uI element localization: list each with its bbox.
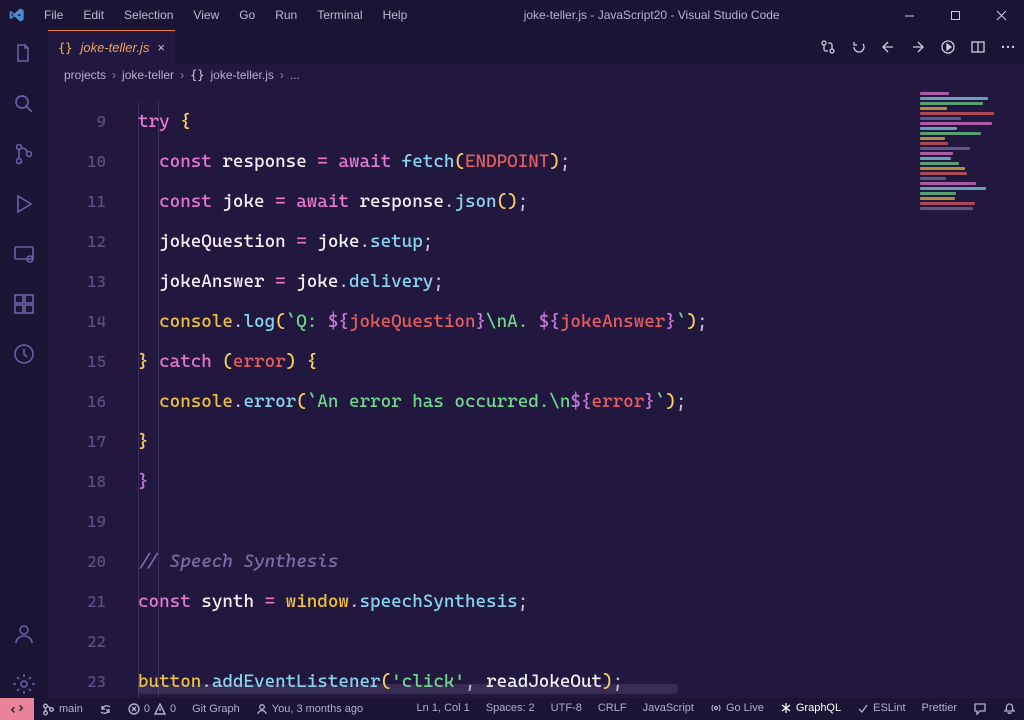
- menu-item[interactable]: Terminal: [307, 0, 372, 30]
- go-forward-icon[interactable]: [910, 39, 926, 55]
- chevron-right-icon: ›: [112, 68, 116, 82]
- tab-bar: {} joke-teller.js ×: [0, 30, 1024, 64]
- account-icon[interactable]: [10, 620, 38, 648]
- minimap[interactable]: [914, 86, 1024, 698]
- code-line[interactable]: console.error(`An error has occurred.\n$…: [138, 382, 914, 422]
- encoding-indicator[interactable]: UTF-8: [543, 702, 590, 714]
- chevron-right-icon: ›: [280, 68, 284, 82]
- feedback-icon[interactable]: [965, 702, 995, 716]
- line-number: 10: [48, 142, 128, 182]
- line-number: 11: [48, 182, 128, 222]
- line-number: 15: [48, 342, 128, 382]
- breadcrumb-segment[interactable]: projects: [64, 68, 106, 82]
- remote-explorer-icon[interactable]: [10, 240, 38, 268]
- more-icon[interactable]: [1000, 39, 1016, 55]
- line-number: 23: [48, 662, 128, 698]
- vscode-logo-icon: [0, 7, 34, 23]
- code-line[interactable]: const response = await fetch(ENDPOINT);: [138, 142, 914, 182]
- menu-item[interactable]: Help: [373, 0, 418, 30]
- breadcrumb[interactable]: projects › joke-teller › {} joke-teller.…: [48, 64, 1024, 86]
- status-bar: main 0 0 Git Graph You, 3 months ago Ln …: [0, 698, 1024, 720]
- menu-item[interactable]: Run: [265, 0, 307, 30]
- line-number: 13: [48, 262, 128, 302]
- breadcrumb-segment[interactable]: joke-teller: [122, 68, 174, 82]
- code-line[interactable]: // Speech Synthesis: [138, 542, 914, 582]
- blame-indicator[interactable]: You, 3 months ago: [248, 698, 371, 720]
- prettier-indicator[interactable]: Prettier: [914, 702, 965, 714]
- editor-tab[interactable]: {} joke-teller.js ×: [48, 30, 175, 64]
- horizontal-scrollbar[interactable]: [138, 684, 678, 694]
- breadcrumb-segment[interactable]: joke-teller.js: [211, 68, 274, 82]
- code-line[interactable]: const joke = await response.json();: [138, 182, 914, 222]
- code-content[interactable]: try { const response = await fetch(ENDPO…: [138, 102, 914, 698]
- menu-item[interactable]: File: [34, 0, 73, 30]
- go-back-icon[interactable]: [880, 39, 896, 55]
- line-number: 20: [48, 542, 128, 582]
- code-line[interactable]: } catch (error) {: [138, 342, 914, 382]
- eslint-indicator[interactable]: ESLint: [849, 702, 913, 714]
- code-line[interactable]: jokeQuestion = joke.setup;: [138, 222, 914, 262]
- remote-button[interactable]: [0, 698, 34, 720]
- gitgraph-indicator[interactable]: Git Graph: [184, 698, 248, 720]
- breadcrumb-segment[interactable]: ...: [290, 68, 300, 82]
- close-button[interactable]: [978, 0, 1024, 30]
- code-line[interactable]: console.log(`Q: ${jokeQuestion}\nA. ${jo…: [138, 302, 914, 342]
- eol-indicator[interactable]: CRLF: [590, 702, 635, 714]
- sync-indicator[interactable]: [91, 698, 120, 720]
- menu-item[interactable]: Edit: [73, 0, 114, 30]
- line-number-gutter: 91011121314151617181920212223: [48, 86, 128, 698]
- line-number: 9: [48, 102, 128, 142]
- graphql-indicator[interactable]: GraphQL: [772, 702, 849, 714]
- cursor-position[interactable]: Ln 1, Col 1: [409, 702, 478, 714]
- problems-indicator[interactable]: 0 0: [120, 698, 184, 720]
- search-icon[interactable]: [10, 90, 38, 118]
- line-number: 17: [48, 422, 128, 462]
- maximize-button[interactable]: [932, 0, 978, 30]
- run-debug-icon[interactable]: [10, 190, 38, 218]
- menu-bar: File Edit Selection View Go Run Terminal…: [34, 0, 417, 30]
- code-line[interactable]: [138, 502, 914, 542]
- line-number: 21: [48, 582, 128, 622]
- branch-indicator[interactable]: main: [34, 698, 91, 720]
- line-number: 16: [48, 382, 128, 422]
- run-icon[interactable]: [940, 39, 956, 55]
- line-number: 22: [48, 622, 128, 662]
- split-editor-icon[interactable]: [970, 39, 986, 55]
- js-file-icon: {}: [190, 68, 204, 82]
- editor-actions: [820, 30, 1016, 64]
- settings-gear-icon[interactable]: [10, 670, 38, 698]
- tab-label: joke-teller.js: [80, 40, 149, 55]
- language-indicator[interactable]: JavaScript: [635, 702, 702, 714]
- menu-item[interactable]: Selection: [114, 0, 183, 30]
- menu-item[interactable]: View: [183, 0, 229, 30]
- code-line[interactable]: }: [138, 462, 914, 502]
- golive-indicator[interactable]: Go Live: [702, 702, 772, 714]
- explorer-icon[interactable]: [10, 40, 38, 68]
- line-number: 12: [48, 222, 128, 262]
- timeline-icon[interactable]: [10, 340, 38, 368]
- line-number: 14: [48, 302, 128, 342]
- code-line[interactable]: jokeAnswer = joke.delivery;: [138, 262, 914, 302]
- menu-item[interactable]: Go: [229, 0, 265, 30]
- tab-close-icon[interactable]: ×: [157, 40, 165, 55]
- code-line[interactable]: const synth = window.speechSynthesis;: [138, 582, 914, 622]
- extensions-icon[interactable]: [10, 290, 38, 318]
- code-editor[interactable]: 91011121314151617181920212223 try { cons…: [48, 86, 1024, 698]
- code-line[interactable]: [138, 622, 914, 662]
- activity-bar: [0, 30, 48, 698]
- window-title: joke-teller.js - JavaScript20 - Visual S…: [417, 8, 886, 22]
- revert-icon[interactable]: [850, 39, 866, 55]
- title-bar: File Edit Selection View Go Run Terminal…: [0, 0, 1024, 30]
- git-compare-icon[interactable]: [820, 39, 836, 55]
- code-line[interactable]: try {: [138, 102, 914, 142]
- minimize-button[interactable]: [886, 0, 932, 30]
- code-line[interactable]: }: [138, 422, 914, 462]
- line-number: 19: [48, 502, 128, 542]
- js-file-icon: {}: [58, 41, 72, 55]
- indentation-indicator[interactable]: Spaces: 2: [478, 702, 543, 714]
- source-control-icon[interactable]: [10, 140, 38, 168]
- bell-icon[interactable]: [995, 702, 1024, 715]
- line-number: 18: [48, 462, 128, 502]
- chevron-right-icon: ›: [180, 68, 184, 82]
